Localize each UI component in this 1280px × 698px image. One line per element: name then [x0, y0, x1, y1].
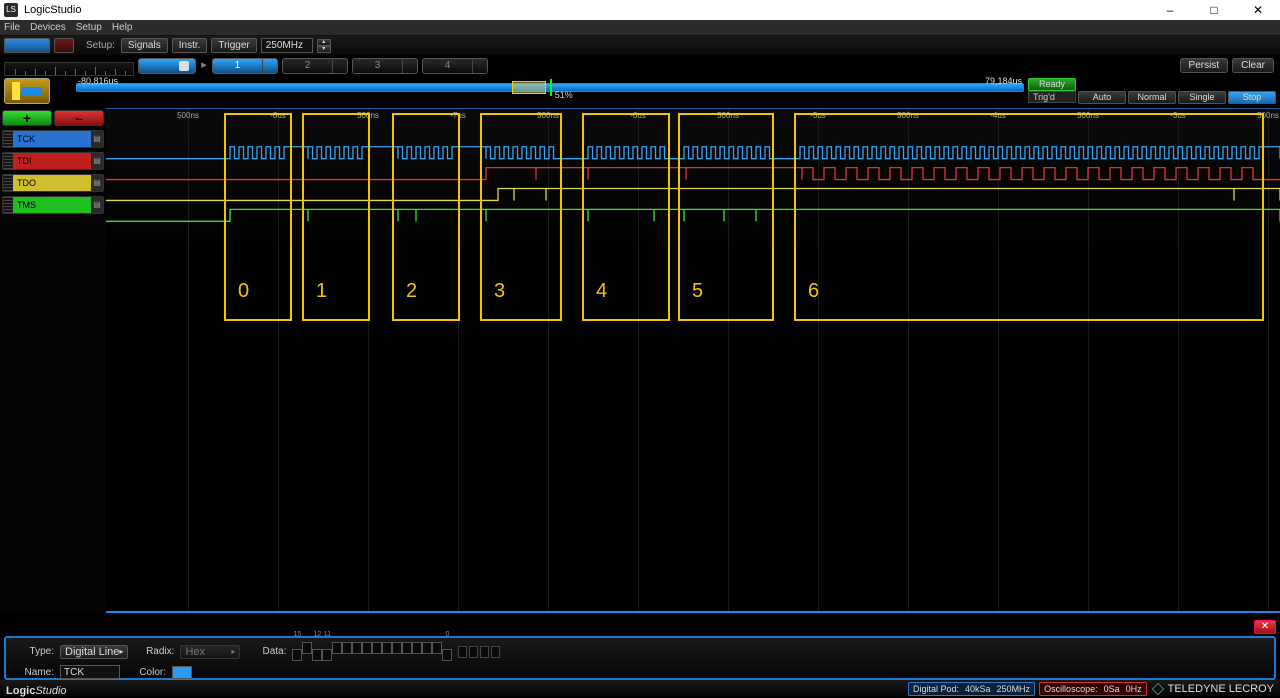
menu-bar: File Devices Setup Help	[0, 20, 1280, 36]
waveform-viewport[interactable]: 500ns -8us 500ns -7us 500ns -6us 500ns -…	[106, 108, 1280, 613]
scope-mode-button[interactable]	[4, 38, 50, 53]
signal-label: TDO	[13, 175, 91, 191]
data-bits[interactable]: 15 12 11 0	[292, 642, 452, 661]
waveform-canvas	[106, 109, 1280, 611]
instr-button[interactable]: Instr.	[172, 38, 208, 53]
close-button[interactable]: ✕	[1236, 0, 1280, 20]
trigger-button[interactable]: Trigger	[211, 38, 256, 53]
acquisition-overview[interactable]: -80,816us 79,184us 51%	[76, 78, 1024, 96]
name-label: Name:	[14, 667, 54, 678]
signal-row-tck[interactable]: TCK ▤	[2, 130, 104, 148]
digital-pod-status[interactable]: Digital Pod:40kSa250MHz	[908, 682, 1035, 696]
data-step-bits[interactable]	[458, 646, 500, 658]
status-bar: LogicStudio Digital Pod:40kSa250MHz Osci…	[0, 680, 1280, 698]
data-label: Data:	[246, 646, 286, 657]
normal-button[interactable]: Normal	[1128, 91, 1176, 104]
grip-icon[interactable]	[3, 197, 13, 213]
group-2[interactable]: 2	[282, 58, 348, 74]
main-area: + – TCK ▤ TDI ▤ TDO ▤ TMS ▤ 500ns -8us	[0, 108, 1280, 613]
menu-file[interactable]: File	[4, 22, 20, 33]
signal-sidebar: + – TCK ▤ TDI ▤ TDO ▤ TMS ▤	[0, 108, 106, 613]
signal-settings-icon[interactable]: ▤	[91, 197, 103, 213]
radix-label: Radix:	[134, 646, 174, 657]
window-title: LogicStudio	[24, 4, 1148, 16]
secondary-toolbar: ▸ 1 2 3 4 Persist Clear	[0, 56, 1280, 78]
oscilloscope-status[interactable]: Oscilloscope:0Sa0Hz	[1039, 682, 1147, 696]
setup-label: Setup:	[86, 40, 115, 51]
ready-indicator: Ready	[1028, 78, 1076, 91]
window-titlebar: LS LogicStudio – □ ✕	[0, 0, 1280, 20]
navigator-button[interactable]	[4, 78, 50, 104]
signal-settings-icon[interactable]: ▤	[91, 153, 103, 169]
sample-rate-spinner[interactable]: ▴▾	[317, 39, 331, 53]
panel-close-button[interactable]: ✕	[1254, 620, 1276, 634]
menu-setup[interactable]: Setup	[76, 22, 102, 33]
zoom-slider[interactable]	[138, 58, 196, 74]
signal-label: TCK	[13, 131, 91, 147]
signal-config-panel: Type: Digital Line▸ Radix: Hex▸ Data: 15…	[4, 636, 1276, 680]
persist-button[interactable]: Persist	[1180, 58, 1229, 73]
signal-settings-icon[interactable]: ▤	[91, 175, 103, 191]
signal-label: TDI	[13, 153, 91, 169]
signals-button[interactable]: Signals	[121, 38, 168, 53]
remove-signal-button[interactable]: –	[54, 110, 104, 126]
grip-icon[interactable]	[3, 175, 13, 191]
name-input[interactable]	[60, 665, 120, 679]
single-button[interactable]: Single	[1178, 91, 1226, 104]
auto-button[interactable]: Auto	[1078, 91, 1126, 104]
vendor-logo: TELEDYNE LECROY	[1151, 682, 1274, 696]
group-1[interactable]: 1	[212, 58, 278, 74]
group-4[interactable]: 4	[422, 58, 488, 74]
acquisition-row: -80,816us 79,184us 51% Ready Trig'd Auto…	[0, 78, 1280, 108]
color-swatch[interactable]	[172, 666, 192, 679]
group-3[interactable]: 3	[352, 58, 418, 74]
add-signal-button[interactable]: +	[2, 110, 52, 126]
acquisition-controls: Ready Trig'd Auto Normal Single Stop	[1028, 78, 1276, 104]
main-toolbar: Setup: Signals Instr. Trigger 250MHz ▴▾	[0, 36, 1280, 56]
time-right-label: 79,184us	[985, 76, 1022, 86]
type-label: Type:	[14, 646, 54, 657]
product-logo: LogicStudio	[6, 682, 67, 697]
color-label: Color:	[126, 667, 166, 678]
clear-button[interactable]: Clear	[1232, 58, 1274, 73]
menu-devices[interactable]: Devices	[30, 22, 66, 33]
signal-label: TMS	[13, 197, 91, 213]
slider-arrow-icon: ▸	[200, 58, 208, 71]
signal-settings-icon[interactable]: ▤	[91, 131, 103, 147]
trigger-percent: 51%	[555, 90, 573, 100]
record-button[interactable]	[54, 38, 74, 53]
app-icon: LS	[4, 3, 18, 17]
signal-row-tdo[interactable]: TDO ▤	[2, 174, 104, 192]
trigd-indicator: Trig'd	[1028, 91, 1076, 103]
timebase-ruler[interactable]	[4, 62, 134, 76]
type-select[interactable]: Digital Line▸	[60, 645, 128, 659]
menu-help[interactable]: Help	[112, 22, 133, 33]
time-left-label: -80,816us	[78, 76, 118, 86]
signal-row-tms[interactable]: TMS ▤	[2, 196, 104, 214]
grip-icon[interactable]	[3, 131, 13, 147]
signal-row-tdi[interactable]: TDI ▤	[2, 152, 104, 170]
maximize-button[interactable]: □	[1192, 0, 1236, 20]
grip-icon[interactable]	[3, 153, 13, 169]
minimize-button[interactable]: –	[1148, 0, 1192, 20]
radix-select[interactable]: Hex▸	[180, 645, 240, 659]
sample-rate-select[interactable]: 250MHz	[261, 38, 313, 53]
stop-button[interactable]: Stop	[1228, 91, 1276, 104]
